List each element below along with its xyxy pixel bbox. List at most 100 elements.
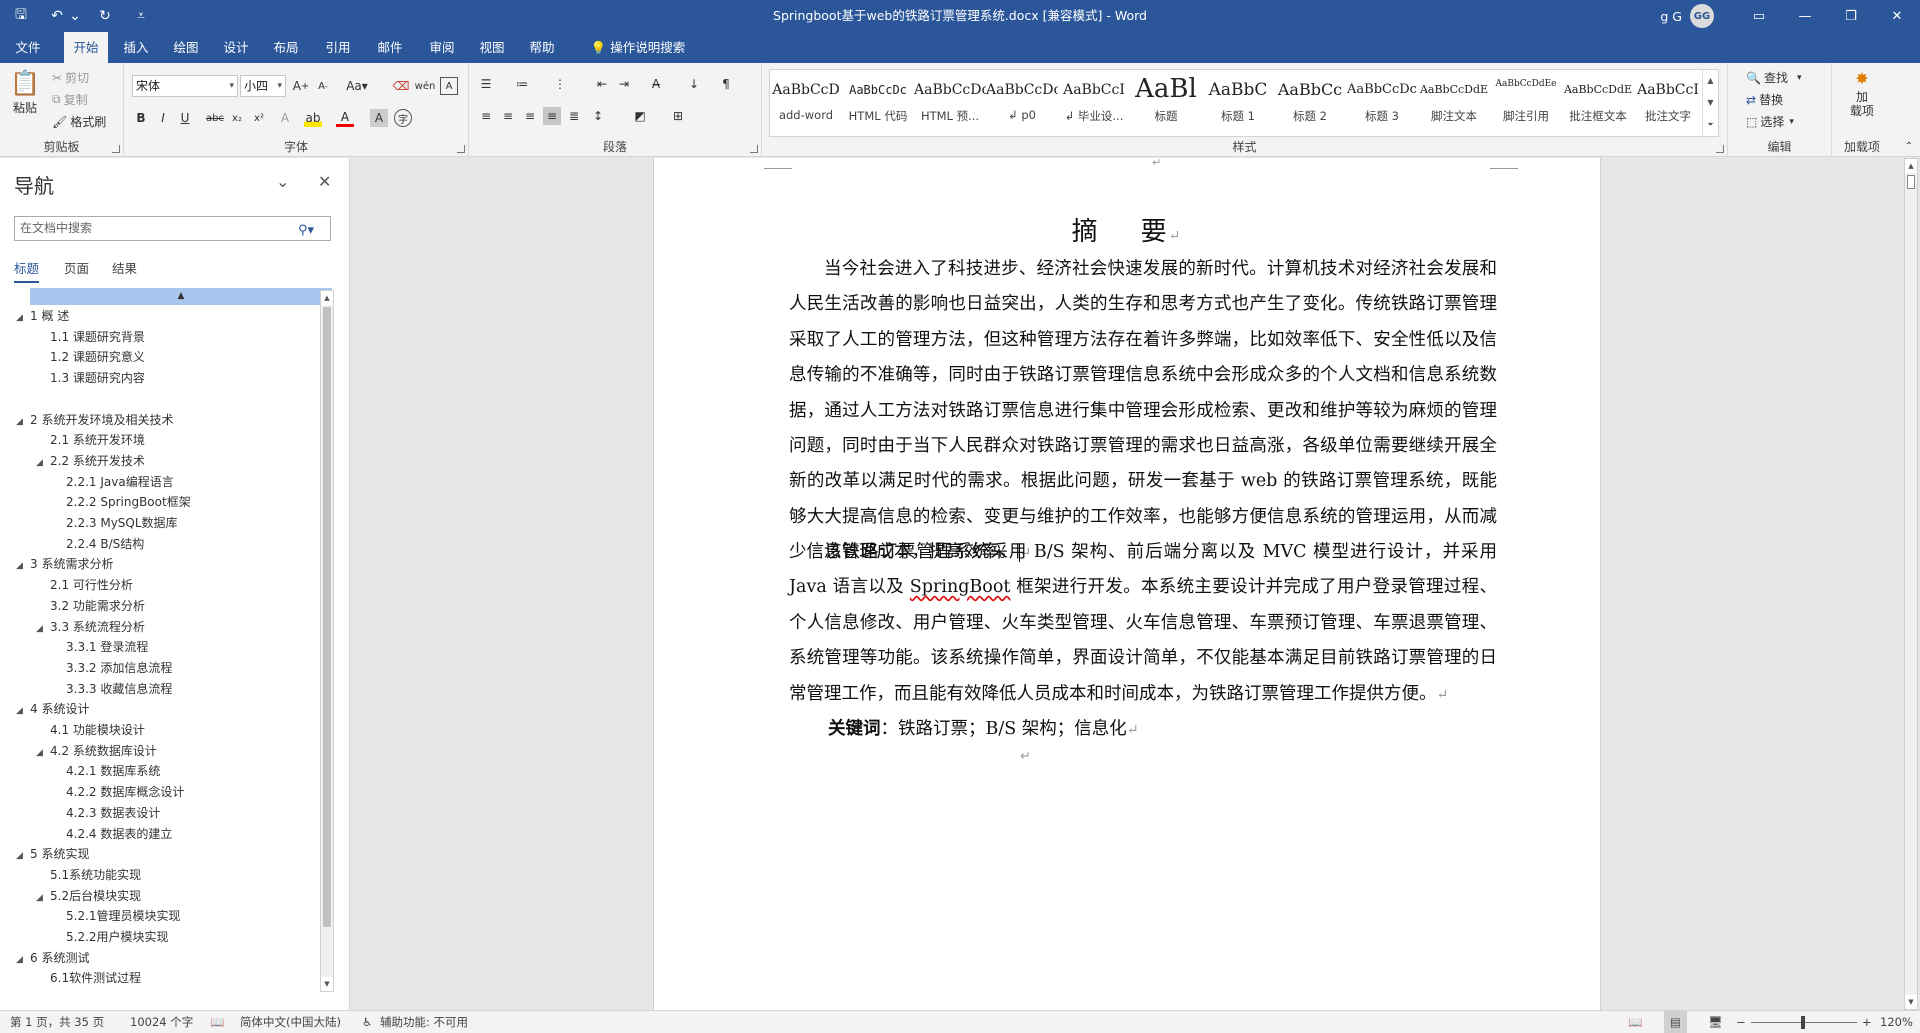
bullets-icon[interactable]: ☰ (477, 75, 495, 93)
more-styles-icon[interactable]: ⏷ (1707, 120, 1713, 130)
tell-me-search[interactable]: 💡 操作说明搜索 (578, 32, 698, 63)
scroll-up-icon[interactable]: ▲ (321, 291, 333, 305)
nav-tab-headings[interactable]: 标题 (14, 258, 40, 283)
align-center-icon[interactable]: ≡ (499, 107, 517, 125)
increase-indent-icon[interactable]: ⇥ (615, 75, 633, 93)
clipboard-launcher-icon[interactable] (112, 145, 120, 153)
collapse-triangle-icon[interactable]: ◢ (36, 453, 50, 474)
chevron-down-icon[interactable]: ⌄ (276, 172, 289, 191)
nav-heading-item[interactable]: 4.1 功能模块设计 (50, 720, 145, 741)
collapse-triangle-icon[interactable]: ◢ (16, 308, 30, 329)
underline-icon[interactable]: U (176, 109, 194, 127)
phonetic-guide-icon[interactable]: wén (415, 77, 436, 95)
paragraph-launcher-icon[interactable] (750, 145, 758, 153)
style-add-word[interactable]: AaBbCcD add-word (770, 70, 842, 136)
nav-heading-item[interactable]: 2.2.4 B/S结构 (66, 534, 144, 555)
nav-heading-item[interactable]: 3.3.3 收藏信息流程 (66, 679, 172, 700)
nav-heading-item[interactable]: 3.3.2 添加信息流程 (66, 658, 172, 679)
nav-heading-item[interactable]: ◢ 4.2 系统数据库设计 (36, 741, 157, 762)
user-name[interactable]: g G (1660, 9, 1682, 24)
tab-draw[interactable]: 绘图 (164, 32, 208, 63)
nav-heading-item[interactable]: 1.2 课题研究意义 (50, 347, 145, 368)
chevron-down-icon[interactable]: ▼ (1707, 98, 1713, 107)
close-icon[interactable]: ✕ (1874, 0, 1920, 32)
nav-heading-item[interactable]: 2.2.2 SpringBoot框架 (66, 492, 191, 513)
nav-heading-item[interactable]: 2.2.3 MySQL数据库 (66, 513, 178, 534)
abstract-heading[interactable]: 摘 要↵ (654, 211, 1600, 248)
close-icon[interactable]: ✕ (318, 172, 331, 191)
nav-heading-item[interactable]: 3.3.1 登录流程 (66, 637, 148, 658)
align-right-icon[interactable]: ≡ (521, 107, 539, 125)
find-button[interactable]: 🔍 查找 ▾ (1746, 69, 1802, 86)
style-title[interactable]: AaBl 标题 (1130, 70, 1202, 136)
nav-heading-item[interactable]: ◢ 4 系统设计 (16, 699, 89, 720)
print-layout-icon[interactable]: ▤ (1664, 1011, 1687, 1033)
ribbon-display-options-icon[interactable]: ▭ (1736, 0, 1782, 32)
line-spacing-icon[interactable]: ↕ (589, 107, 607, 125)
scroll-down-icon[interactable]: ▼ (1905, 995, 1917, 1009)
multilevel-list-icon[interactable]: ⋮ (551, 75, 569, 93)
nav-heading-item[interactable]: 5.2.2用户模块实现 (66, 927, 169, 948)
style-thesis[interactable]: AaBbCcI ↲ 毕业设... (1058, 70, 1130, 136)
nav-heading-item[interactable]: 1.1 课题研究背景 (50, 327, 145, 348)
chevron-up-icon[interactable]: ▲ (1707, 76, 1713, 85)
font-name-dropdown[interactable]: 宋体 ▾ (132, 75, 238, 97)
tab-mailings[interactable]: 邮件 (368, 32, 412, 63)
numbering-icon[interactable]: ≔ (513, 75, 531, 93)
distributed-icon[interactable]: ≣ (565, 107, 583, 125)
tab-references[interactable]: 引用 (316, 32, 360, 63)
styles-launcher-icon[interactable] (1716, 145, 1724, 153)
style-html-preformatted[interactable]: AaBbCcDc HTML 预... (914, 70, 986, 136)
nav-scroll-thumb[interactable] (323, 307, 331, 927)
read-mode-icon[interactable]: 📖 (1628, 1011, 1642, 1033)
superscript-icon[interactable]: x² (250, 109, 268, 127)
tab-view[interactable]: 视图 (470, 32, 514, 63)
nav-heading-item[interactable]: 1.3 课题研究内容 (50, 368, 145, 389)
language[interactable]: 简体中文(中国大陆) (240, 1011, 341, 1033)
style-heading-2[interactable]: AaBbCc 标题 2 (1274, 70, 1346, 136)
shrink-font-icon[interactable]: A- (314, 77, 332, 95)
document-scrollbar[interactable]: ▲ ▼ (1904, 158, 1918, 1010)
style-heading-3[interactable]: AaBbCcDc 标题 3 (1346, 70, 1418, 136)
styles-gallery-scroll[interactable]: ▲ ▼ ⏷ (1702, 70, 1718, 136)
tab-layout[interactable]: 布局 (264, 32, 308, 63)
redo-icon[interactable]: ↻ (94, 5, 116, 27)
nav-heading-item[interactable]: 2.2.1 Java编程语言 (66, 472, 174, 493)
style-heading-1[interactable]: AaBbC 标题 1 (1202, 70, 1274, 136)
format-painter-button[interactable]: 🖌 格式刷 (52, 113, 106, 130)
cut-button[interactable]: ✂ 剪切 (52, 69, 89, 86)
nav-heading-item[interactable]: 4.2.2 数据库概念设计 (66, 782, 184, 803)
zoom-in-icon[interactable]: + (1862, 1011, 1872, 1033)
style-footnote-reference[interactable]: AaBbCcDdEe 脚注引用 (1490, 70, 1562, 136)
nav-heading-item[interactable]: 2.1 系统开发环境 (50, 430, 145, 451)
collapse-ribbon-icon[interactable]: ⌃ (1900, 137, 1918, 155)
grow-font-icon[interactable]: A + (292, 77, 310, 95)
replace-button[interactable]: ⇄ 替换 (1746, 91, 1783, 108)
nav-heading-item[interactable]: 4.2.3 数据表设计 (66, 803, 160, 824)
zoom-out-icon[interactable]: − (1736, 1011, 1746, 1033)
nav-heading-item[interactable]: ◢ 6 系统测试 (16, 948, 89, 969)
abstract-paragraph-1[interactable]: 当今社会进入了科技进步、经济社会快速发展的新时代。计算机技术对经济社会发展和人民… (789, 252, 1497, 572)
collapse-triangle-icon[interactable]: ◢ (16, 556, 30, 577)
collapse-triangle-icon[interactable]: ◢ (16, 846, 30, 867)
show-marks-icon[interactable]: ¶ (717, 75, 735, 93)
strikethrough-icon[interactable]: abc (206, 109, 224, 127)
spelling-error-word[interactable]: SpringBoot (910, 577, 1011, 597)
style-footnote-text[interactable]: AaBbCcDdE 脚注文本 (1418, 70, 1490, 136)
highlight-icon[interactable]: ab (304, 109, 322, 127)
collapse-triangle-icon[interactable]: ◢ (16, 701, 30, 722)
bold-icon[interactable]: B (132, 109, 150, 127)
nav-search-input[interactable]: 在文档中搜索 ⚲▾ (14, 216, 331, 241)
nav-heading-item[interactable]: 4.2.4 数据表的建立 (66, 824, 172, 845)
character-shading-icon[interactable]: A (370, 109, 388, 127)
change-case-button[interactable]: Aa ▾ (344, 77, 370, 95)
shading-icon[interactable]: ◩ (631, 107, 649, 125)
font-color-icon[interactable]: A (336, 109, 354, 127)
align-left-icon[interactable]: ≡ (477, 107, 495, 125)
addins-button[interactable]: ✸ 加 载项 (1840, 69, 1884, 118)
document-page[interactable]: ↵ 摘 要↵ 当今社会进入了科技进步、经济社会快速发展的新时代。计算机技术对经济… (653, 158, 1601, 1010)
collapse-triangle-icon[interactable]: ◢ (36, 888, 50, 909)
nav-scrollbar[interactable]: ▲ ▼ (320, 290, 334, 992)
italic-icon[interactable]: I (154, 109, 172, 127)
scroll-up-icon[interactable]: ▲ (1905, 159, 1917, 173)
